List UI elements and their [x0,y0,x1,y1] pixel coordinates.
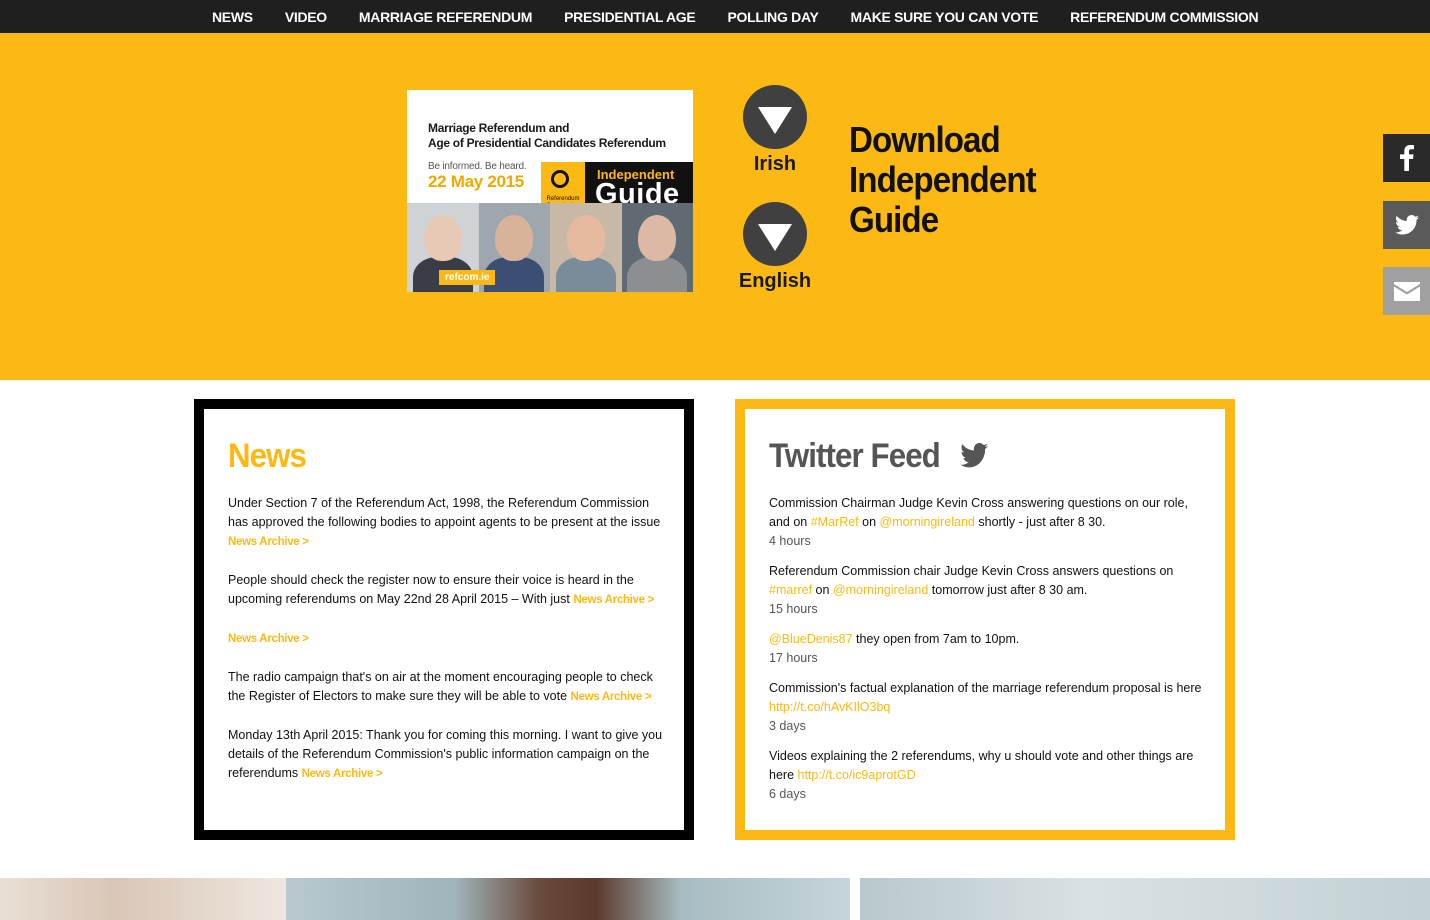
download-english-button[interactable]: English [735,202,815,293]
tweet: Referendum Commission chair Judge Kevin … [769,562,1209,619]
tweet-mention-link[interactable]: @BlueDenis87 [769,632,853,646]
twitter-bird-icon [960,443,989,468]
cover-site: refcom.ie [439,270,496,285]
nav-item-video[interactable]: VIDEO [285,9,327,25]
tweet-time: 4 hours [769,534,811,548]
tweet-time: 6 days [769,787,806,801]
tweet-url-link[interactable]: http://t.co/ic9aprotGD [798,768,916,782]
tweet-text: Commission's factual explanation of the … [769,681,1202,714]
top-nav: NEWS VIDEO MARRIAGE REFERENDUM PRESIDENT… [0,0,1430,33]
download-arrow-icon [743,85,807,149]
email-icon [1393,281,1420,301]
nav-item-make-sure-you-can-vote[interactable]: MAKE SURE YOU CAN VOTE [851,9,1039,25]
news-item: People should check the register now to … [228,573,655,606]
tweet-text: @BlueDenis87 they open from 7am to 10pm. [769,632,1020,646]
download-guide-heading: Download Independent Guide [849,119,1037,240]
photo-panel [286,878,850,920]
cover-date: 22 May 2015 [428,172,524,191]
tweet-time: 3 days [769,719,806,733]
tweet-hashtag-link[interactable]: #MarRef [811,515,859,529]
news-heading: News [228,437,307,475]
tweet-mention-link[interactable]: @morningireland [833,583,928,597]
facebook-share-button[interactable] [1383,134,1430,182]
tweet: @BlueDenis87 they open from 7am to 10pm.… [769,630,1209,668]
tweet: Videos explaining the 2 referendums, why… [769,747,1209,804]
news-archive-link[interactable]: News Archive > [228,536,309,548]
news-archive-link[interactable]: News Archive > [228,633,309,645]
twitter-panel: Twitter Feed Commission Chairman Judge K… [735,399,1235,840]
nav-item-polling-day[interactable]: POLLING DAY [727,9,818,25]
tweet-list: Commission Chairman Judge Kevin Cross an… [769,494,1209,815]
news-item: Monday 13th April 2015: Thank you for co… [228,728,663,780]
hero-banner [0,33,1430,380]
news-item: The radio campaign that's on air at the … [228,670,653,703]
photo-panel [860,878,1430,920]
download-irish-button[interactable]: Irish [735,85,815,176]
email-share-button[interactable] [1383,267,1430,315]
news-archive-link[interactable]: News Archive > [573,594,654,606]
tweet-time: 15 hours [769,602,818,616]
person-photo [550,203,622,292]
guide-cover-image[interactable]: Marriage Referendum and Age of President… [407,90,693,292]
logo-icon [551,170,569,188]
tweet-hashtag-link[interactable]: #marref [769,583,812,597]
twitter-heading: Twitter Feed [769,437,989,476]
tweet-time: 17 hours [769,651,818,665]
facebook-icon [1399,145,1414,171]
person-photo [621,203,693,292]
cover-title: Marriage Referendum and Age of President… [428,121,666,150]
tweet-mention-link[interactable]: @morningireland [880,515,975,529]
tweet: Commission's factual explanation of the … [769,679,1209,736]
photo-panel [0,878,286,920]
news-archive-link[interactable]: News Archive > [571,691,652,703]
news-list: Under Section 7 of the Referendum Act, 1… [228,494,668,803]
tweet: Commission Chairman Judge Kevin Cross an… [769,494,1209,551]
twitter-share-button[interactable] [1383,201,1430,249]
twitter-icon [1394,215,1419,235]
news-archive-link[interactable]: News Archive > [302,768,383,780]
nav-item-referendum-commission[interactable]: REFERENDUM COMMISSION [1070,9,1258,25]
bottom-photo-strip [0,878,1430,920]
download-english-label: English [738,270,812,292]
nav-item-news[interactable]: NEWS [212,9,253,25]
nav-item-marriage-referendum[interactable]: MARRIAGE REFERENDUM [359,9,533,25]
tweet-text: Videos explaining the 2 referendums, why… [769,749,1194,782]
nav-item-presidential-age[interactable]: PRESIDENTIAL AGE [564,9,696,25]
news-item: Under Section 7 of the Referendum Act, 1… [228,496,661,548]
tweet-text: Commission Chairman Judge Kevin Cross an… [769,496,1188,529]
tweet-url-link[interactable]: http://t.co/hAvKIlO3bq [769,700,890,714]
download-arrow-icon [743,202,807,266]
news-item: News Archive > [228,629,668,649]
nav-list: NEWS VIDEO MARRIAGE REFERENDUM PRESIDENT… [197,0,1290,33]
tweet-text: Referendum Commission chair Judge Kevin … [769,564,1174,597]
news-panel: News Under Section 7 of the Referendum A… [194,399,694,840]
cover-tagline: Be informed. Be heard. [428,161,527,172]
download-irish-label: Irish [753,153,797,175]
